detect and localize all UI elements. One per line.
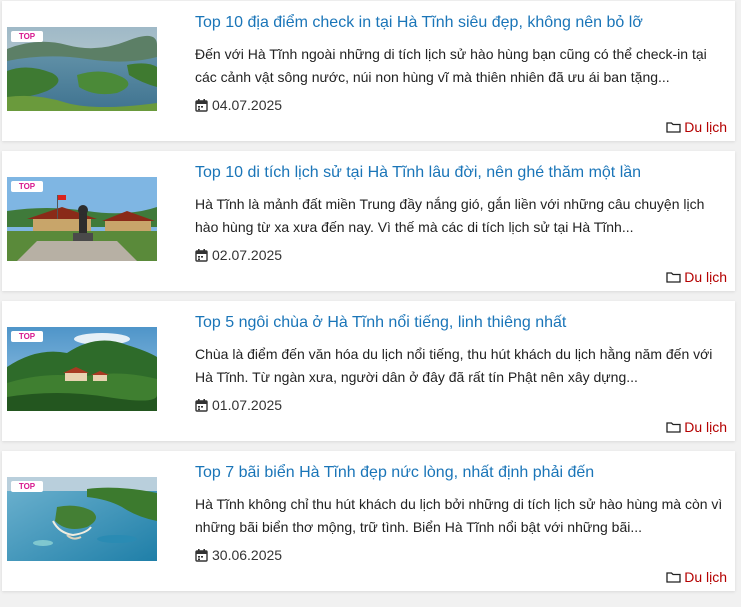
post-excerpt: Hà Tĩnh là mảnh đất miền Trung đầy nắng … [195, 196, 705, 235]
top-badge-logo: TOP [11, 181, 43, 192]
post-category-label: Du lịch [684, 119, 727, 135]
calendar-icon [195, 98, 208, 112]
post-title-link[interactable]: Top 5 ngôi chùa ở Hà Tĩnh nổi tiếng, lin… [195, 313, 566, 333]
top-badge-logo: TOP [11, 31, 43, 42]
post-category-label: Du lịch [684, 269, 727, 285]
post-category-link[interactable]: Du lịch [666, 417, 727, 437]
post-thumbnail[interactable]: TOP [7, 27, 157, 111]
calendar-icon [195, 548, 208, 562]
post-date: 02.07.2025 [195, 245, 282, 265]
post-excerpt: Đến với Hà Tĩnh ngoài những di tích lịch… [195, 46, 707, 85]
post-excerpt: Hà Tĩnh không chỉ thu hút khách du lịch … [195, 496, 723, 535]
post-excerpt: Chùa là điểm đến văn hóa du lịch nổi tiế… [195, 346, 713, 385]
top-badge-logo: TOP [11, 481, 43, 492]
post-thumbnail[interactable]: TOP [7, 477, 157, 561]
post-card: TOP Top 10 di tích lịch sử tại Hà Tĩnh l… [2, 151, 735, 291]
post-date: 01.07.2025 [195, 395, 282, 415]
post-date: 04.07.2025 [195, 95, 282, 115]
post-date-text: 04.07.2025 [212, 97, 283, 113]
post-category-label: Du lịch [684, 569, 727, 585]
folder-icon [666, 122, 681, 133]
post-list: TOP Top 10 địa điểm check in tại Hà Tĩnh… [0, 0, 741, 607]
post-category-label: Du lịch [684, 419, 727, 435]
post-category-link[interactable]: Du lịch [666, 267, 727, 287]
post-category-link[interactable]: Du lịch [666, 567, 727, 587]
post-category-link[interactable]: Du lịch [666, 117, 727, 137]
post-card: TOP Top 7 bãi biển Hà Tĩnh đẹp nức lòng,… [2, 451, 735, 591]
calendar-icon [195, 398, 208, 412]
top-badge-logo: TOP [11, 331, 43, 342]
folder-icon [666, 272, 681, 283]
post-date-text: 30.06.2025 [212, 547, 283, 563]
post-date-text: 02.07.2025 [212, 247, 283, 263]
post-date-text: 01.07.2025 [212, 397, 283, 413]
post-card: TOP Top 5 ngôi chùa ở Hà Tĩnh nổi tiếng,… [2, 301, 735, 441]
calendar-icon [195, 248, 208, 262]
post-title-link[interactable]: Top 7 bãi biển Hà Tĩnh đẹp nức lòng, nhấ… [195, 463, 594, 483]
post-thumbnail[interactable]: TOP [7, 327, 157, 411]
folder-icon [666, 572, 681, 583]
post-card: TOP Top 10 địa điểm check in tại Hà Tĩnh… [2, 1, 735, 141]
post-thumbnail[interactable]: TOP [7, 177, 157, 261]
post-date: 30.06.2025 [195, 545, 282, 565]
post-title-link[interactable]: Top 10 địa điểm check in tại Hà Tĩnh siê… [195, 13, 643, 33]
folder-icon [666, 422, 681, 433]
post-title-link[interactable]: Top 10 di tích lịch sử tại Hà Tĩnh lâu đ… [195, 163, 641, 183]
